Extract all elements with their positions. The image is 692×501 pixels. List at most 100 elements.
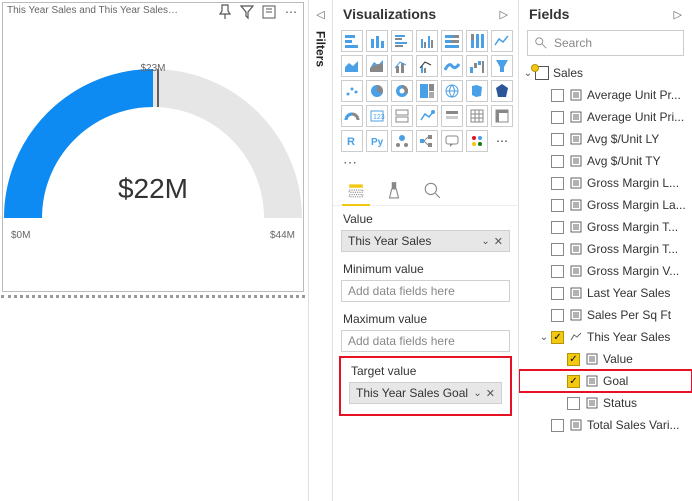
field-item[interactable]: Total Sales Vari... — [519, 414, 692, 436]
kpi-icon[interactable] — [416, 105, 438, 127]
chevron-right-icon[interactable]: ▷ — [674, 8, 682, 21]
shape-map-icon[interactable] — [491, 80, 513, 102]
field-checkbox[interactable]: ✓ — [551, 331, 564, 344]
qna-icon[interactable] — [441, 130, 463, 152]
well-field-value[interactable]: This Year Sales ⌄ ✕ — [341, 230, 510, 252]
python-visual-icon[interactable]: Py — [366, 130, 388, 152]
map-icon[interactable] — [441, 80, 463, 102]
well-label-value: Value — [333, 206, 518, 230]
ribbon-icon[interactable] — [441, 55, 463, 77]
field-item[interactable]: Gross Margin L... — [519, 172, 692, 194]
r-visual-icon[interactable]: R — [341, 130, 363, 152]
decomposition-icon[interactable] — [416, 130, 438, 152]
calculator-icon — [569, 264, 583, 278]
field-checkbox[interactable] — [551, 111, 564, 124]
line-stacked-column-icon[interactable] — [391, 55, 413, 77]
scatter-icon[interactable] — [341, 80, 363, 102]
field-item[interactable]: Gross Margin La... — [519, 194, 692, 216]
field-checkbox[interactable] — [551, 133, 564, 146]
field-item[interactable]: Avg $/Unit TY — [519, 150, 692, 172]
filled-map-icon[interactable] — [466, 80, 488, 102]
visual-toolbar: ⋯ — [217, 4, 299, 20]
stacked-area-icon[interactable] — [366, 55, 388, 77]
field-checkbox[interactable]: ✓ — [567, 375, 580, 388]
waterfall-icon[interactable] — [466, 55, 488, 77]
field-checkbox[interactable] — [551, 89, 564, 102]
filter-icon[interactable] — [239, 4, 255, 20]
gauge-visual[interactable]: This Year Sales and This Year Sales Goal… — [2, 2, 304, 292]
get-more-visuals-icon[interactable]: ⋯ — [491, 130, 513, 152]
field-label: Goal — [603, 374, 628, 388]
field-checkbox[interactable] — [551, 199, 564, 212]
field-item[interactable]: Average Unit Pri... — [519, 106, 692, 128]
table-icon[interactable] — [466, 105, 488, 127]
more-options-icon[interactable]: ⋯ — [333, 152, 518, 173]
multirow-card-icon[interactable] — [391, 105, 413, 127]
more-icon[interactable]: ⋯ — [283, 4, 299, 20]
expand-icon[interactable]: ⌄ — [537, 332, 551, 343]
custom-visual-icon[interactable] — [466, 130, 488, 152]
key-influencers-icon[interactable] — [391, 130, 413, 152]
card-icon[interactable]: 123 — [366, 105, 388, 127]
fields-title: Fields — [529, 6, 569, 22]
field-item[interactable]: Average Unit Pr... — [519, 84, 692, 106]
field-checkbox[interactable] — [551, 155, 564, 168]
table-sales[interactable]: ⌄Sales — [519, 62, 692, 84]
donut-icon[interactable] — [391, 80, 413, 102]
chevron-left-icon[interactable]: ◁ — [316, 8, 324, 21]
well-field-max[interactable]: Add data fields here — [341, 330, 510, 352]
focus-icon[interactable] — [261, 4, 277, 20]
stacked100-column-icon[interactable] — [466, 30, 488, 52]
field-checkbox[interactable] — [551, 221, 564, 234]
chevron-down-icon[interactable]: ⌄ — [473, 388, 481, 399]
field-item[interactable]: Avg $/Unit LY — [519, 128, 692, 150]
fields-tab[interactable] — [345, 179, 367, 201]
field-kpi-child[interactable]: ✓ Goal — [519, 370, 692, 392]
report-canvas[interactable]: This Year Sales and This Year Sales Goal… — [0, 0, 308, 501]
line-clustered-column-icon[interactable] — [416, 55, 438, 77]
stacked100-bar-icon[interactable] — [441, 30, 463, 52]
field-kpi[interactable]: ⌄✓This Year Sales — [519, 326, 692, 348]
filters-pane-collapsed[interactable]: ◁ Filters — [308, 0, 332, 501]
pie-icon[interactable] — [366, 80, 388, 102]
stacked-column-icon[interactable] — [366, 30, 388, 52]
field-item[interactable]: Gross Margin T... — [519, 216, 692, 238]
slicer-icon[interactable] — [441, 105, 463, 127]
field-checkbox[interactable] — [551, 243, 564, 256]
field-kpi-child[interactable]: Status — [519, 392, 692, 414]
gauge-icon[interactable] — [341, 105, 363, 127]
highlight-target-well: Target value This Year Sales Goal ⌄ ✕ — [339, 356, 512, 416]
area-icon[interactable] — [341, 55, 363, 77]
field-kpi-child[interactable]: ✓Value — [519, 348, 692, 370]
field-checkbox[interactable] — [551, 265, 564, 278]
field-checkbox[interactable] — [567, 397, 580, 410]
field-item[interactable]: Gross Margin V... — [519, 260, 692, 282]
field-item[interactable]: Gross Margin T... — [519, 238, 692, 260]
pin-icon[interactable] — [217, 4, 233, 20]
funnel-icon[interactable] — [491, 55, 513, 77]
clustered-bar-icon[interactable] — [391, 30, 413, 52]
stacked-bar-icon[interactable] — [341, 30, 363, 52]
well-field-min[interactable]: Add data fields here — [341, 280, 510, 302]
fields-tree: ⌄SalesAverage Unit Pr...Average Unit Pri… — [519, 60, 692, 501]
treemap-icon[interactable] — [416, 80, 438, 102]
line-icon[interactable] — [491, 30, 513, 52]
chevron-right-icon[interactable]: ▷ — [500, 8, 508, 21]
field-checkbox[interactable] — [551, 419, 564, 432]
field-checkbox[interactable] — [551, 177, 564, 190]
remove-field-icon[interactable]: ✕ — [494, 235, 503, 248]
well-field-target[interactable]: This Year Sales Goal ⌄ ✕ — [349, 382, 502, 404]
field-item[interactable]: Last Year Sales — [519, 282, 692, 304]
field-checkbox[interactable]: ✓ — [567, 353, 580, 366]
chevron-down-icon[interactable]: ⌄ — [481, 236, 489, 247]
clustered-column-icon[interactable] — [416, 30, 438, 52]
field-item[interactable]: Sales Per Sq Ft — [519, 304, 692, 326]
field-checkbox[interactable] — [551, 309, 564, 322]
matrix-icon[interactable] — [491, 105, 513, 127]
field-checkbox[interactable] — [551, 287, 564, 300]
analytics-tab[interactable] — [421, 179, 443, 201]
table-icon — [535, 66, 549, 80]
fields-search[interactable]: Search — [527, 30, 684, 56]
format-tab[interactable] — [383, 179, 405, 201]
remove-field-icon[interactable]: ✕ — [486, 387, 495, 400]
